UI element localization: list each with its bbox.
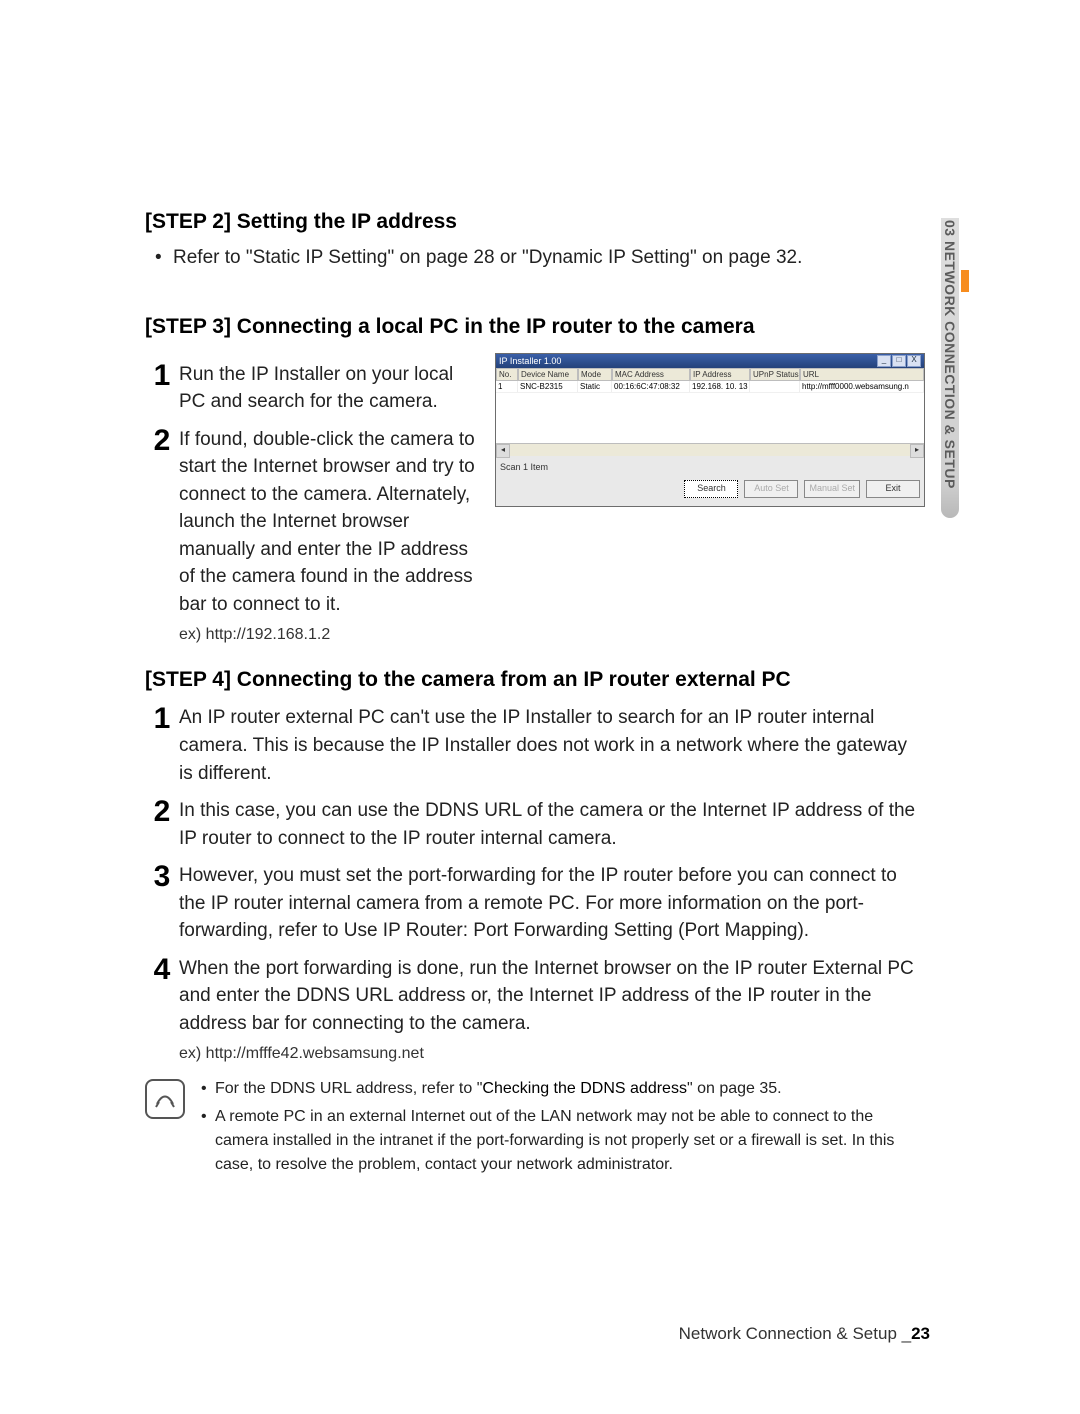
step4-item-2: In this case, you can use the DDNS URL o… — [179, 797, 925, 852]
step2-bullet: Refer to "Static IP Setting" on page 28 … — [173, 244, 925, 273]
table-row[interactable]: 1 SNC-B2315 Static 00:16:6C:47:08:32 192… — [496, 381, 924, 392]
step3-item-1: Run the IP Installer on your local PC an… — [179, 361, 477, 416]
maximize-icon[interactable]: □ — [892, 355, 906, 367]
ip-installer-screenshot: IP Installer 1.00 _ □ X No. Device Name … — [495, 353, 925, 507]
horizontal-scrollbar[interactable]: ◂ ▸ — [496, 443, 924, 456]
step4-num-3: 3 — [145, 862, 179, 892]
step4-num-1: 1 — [145, 704, 179, 734]
note-icon — [145, 1079, 185, 1119]
step2-title: [STEP 2] Setting the IP address — [145, 210, 925, 234]
step4-title: [STEP 4] Connecting to the camera from a… — [145, 668, 925, 692]
scan-status: Scan 1 Item — [496, 456, 924, 474]
auto-set-button[interactable]: Auto Set — [744, 480, 798, 498]
section-tab: 03 NETWORK CONNECTION & SETUP — [930, 218, 970, 518]
window-controls: _ □ X — [877, 355, 921, 367]
step3-example: ex) http://192.168.1.2 — [179, 626, 477, 644]
step3-num-2: 2 — [145, 426, 179, 456]
scroll-left-icon: ◂ — [496, 444, 510, 458]
step4-item-4: When the port forwarding is done, run th… — [179, 955, 925, 1038]
step3-item-2: If found, double-click the camera to sta… — [179, 426, 477, 619]
table-header: No. Device Name Mode MAC Address IP Addr… — [496, 368, 924, 381]
step4-item-1: An IP router external PC can't use the I… — [179, 704, 925, 787]
step3-title: [STEP 3] Connecting a local PC in the IP… — [145, 315, 925, 339]
page-footer: Network Connection & Setup _23 — [679, 1324, 930, 1344]
note-line-1: For the DDNS URL address, refer to "Chec… — [201, 1077, 925, 1101]
minimize-icon[interactable]: _ — [877, 355, 891, 367]
exit-button[interactable]: Exit — [866, 480, 920, 498]
step4-num-2: 2 — [145, 797, 179, 827]
close-icon[interactable]: X — [907, 355, 921, 367]
search-button[interactable]: Search — [684, 480, 738, 498]
step4-num-4: 4 — [145, 955, 179, 985]
scroll-right-icon: ▸ — [910, 444, 924, 458]
step3-num-1: 1 — [145, 361, 179, 391]
step4-item-3: However, you must set the port-forwardin… — [179, 862, 925, 945]
section-tab-label: 03 NETWORK CONNECTION & SETUP — [942, 220, 958, 489]
note-line-2: A remote PC in an external Internet out … — [201, 1105, 925, 1177]
step4-example: ex) http://mfffe42.websamsung.net — [179, 1045, 925, 1063]
manual-set-button[interactable]: Manual Set — [804, 480, 860, 498]
window-title: IP Installer 1.00 — [499, 356, 561, 366]
